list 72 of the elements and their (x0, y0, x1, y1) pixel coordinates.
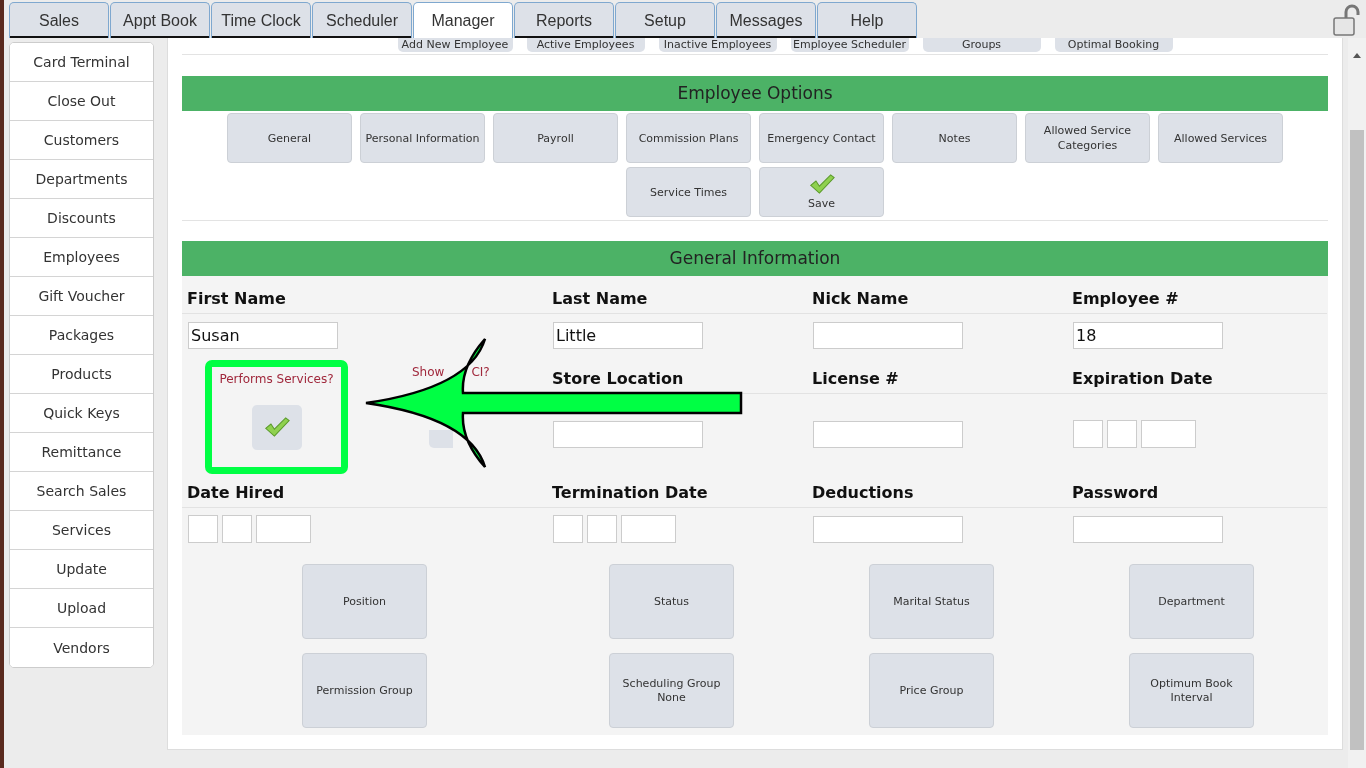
text-field[interactable]: Little (553, 321, 703, 349)
field-label: Employee # (1072, 289, 1179, 308)
option-button[interactable]: General (227, 113, 352, 163)
field-label: Date Hired (187, 483, 285, 502)
option-button[interactable]: Marital Status (869, 564, 994, 639)
field-label: Last Name (552, 289, 648, 308)
field-label: First Name (187, 289, 286, 308)
nav-tab[interactable]: Reports (514, 2, 614, 38)
option-button[interactable]: Price Group (869, 653, 994, 728)
field-label: License # (812, 369, 899, 388)
year-field[interactable] (1141, 420, 1196, 448)
text-field[interactable] (1073, 515, 1223, 543)
sidebar-item[interactable]: Card Terminal (10, 43, 153, 82)
text-field[interactable] (553, 420, 703, 448)
toggle-label: Performs Services? (219, 372, 334, 386)
nav-tab[interactable]: Manager (413, 2, 513, 38)
nav-tab[interactable]: Time Clock (211, 2, 311, 38)
checkmark-icon (263, 416, 290, 439)
nav-tab[interactable]: Appt Book (110, 2, 210, 38)
padlock-icon[interactable] (1332, 4, 1362, 36)
nav-tab[interactable]: Messages (716, 2, 816, 38)
save-button[interactable]: Save (759, 167, 884, 217)
subnav-button[interactable]: Optimal Booking (1054, 38, 1173, 52)
nav-tab[interactable]: Help (817, 2, 917, 38)
day-field[interactable] (188, 515, 218, 543)
field-label: Termination Date (552, 483, 708, 502)
day-field[interactable] (1073, 420, 1103, 448)
month-field[interactable] (587, 515, 617, 543)
subnav-button[interactable]: Active Employees (526, 38, 645, 52)
field-label: Deductions (812, 483, 914, 502)
month-field[interactable] (222, 515, 252, 543)
toggle-label: Show (412, 365, 445, 379)
year-field[interactable] (621, 515, 676, 543)
field-label: Nick Name (812, 289, 909, 308)
section-header: General Information (182, 241, 1328, 276)
subnav-button[interactable]: Inactive Employees (658, 38, 777, 52)
option-button[interactable]: Emergency Contact (759, 113, 884, 163)
option-button[interactable]: Position (302, 564, 427, 639)
nav-tab[interactable]: Setup (615, 2, 715, 38)
field-label: Expiration Date (1072, 369, 1213, 388)
subnav-button[interactable]: Groups (922, 38, 1041, 52)
option-button[interactable]: Service Times (626, 167, 751, 217)
option-button[interactable]: Allowed Services (1158, 113, 1283, 163)
section-header: Employee Options (182, 76, 1328, 111)
option-button[interactable]: Permission Group (302, 653, 427, 728)
text-field[interactable]: 18 (1073, 321, 1223, 349)
text-field[interactable] (813, 420, 963, 448)
subnav-button[interactable]: Add New Employee (397, 38, 513, 52)
option-button[interactable]: Optimum Book Interval (1129, 653, 1254, 728)
nav-tab[interactable]: Scheduler (312, 2, 412, 38)
checkmark-icon (808, 173, 835, 196)
option-button[interactable]: Commission Plans (626, 113, 751, 163)
option-button[interactable]: Allowed Service Categories (1025, 113, 1150, 163)
text-field[interactable] (813, 515, 963, 543)
nav-tab[interactable]: Sales (9, 2, 109, 38)
text-field[interactable] (813, 321, 963, 349)
option-button[interactable]: Notes (892, 113, 1017, 163)
text-field[interactable]: Susan (188, 321, 338, 349)
day-field[interactable] (553, 515, 583, 543)
toggle-label: CI? (471, 365, 490, 379)
option-button[interactable]: Payroll (493, 113, 618, 163)
checkbox-button[interactable] (429, 430, 453, 448)
month-field[interactable] (1107, 420, 1137, 448)
field-label: Store Location (552, 369, 684, 388)
option-button[interactable]: Personal Information (360, 113, 485, 163)
subnav-button[interactable]: Employee Scheduler (790, 38, 909, 52)
option-button[interactable]: Department (1129, 564, 1254, 639)
field-label: Password (1072, 483, 1159, 502)
option-button[interactable]: Scheduling Group None (609, 653, 734, 728)
year-field[interactable] (256, 515, 311, 543)
checkbox-button[interactable] (251, 405, 302, 450)
option-button[interactable]: Status (609, 564, 734, 639)
